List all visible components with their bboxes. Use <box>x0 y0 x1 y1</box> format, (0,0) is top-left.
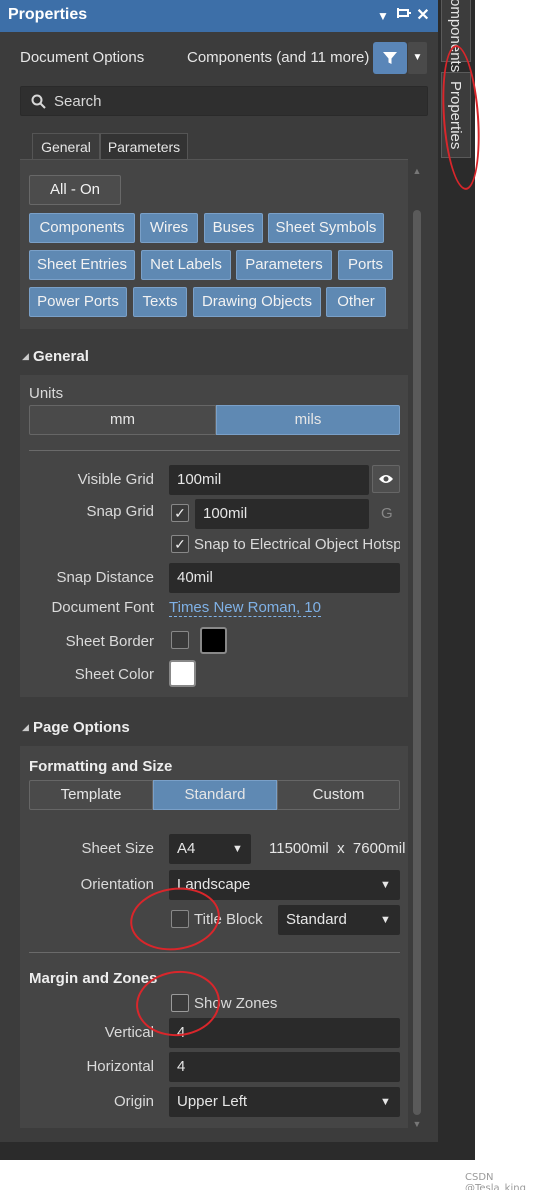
snap-grid-shortcut: G <box>381 505 393 522</box>
unit-mils-button[interactable]: mils <box>216 405 400 435</box>
snap-distance-label: Snap Distance <box>56 569 154 586</box>
divider <box>29 952 400 953</box>
snap-grid-input[interactable]: 100mil <box>195 499 369 529</box>
collapse-page-options-icon[interactable]: ◢ <box>22 722 29 733</box>
origin-label: Origin <box>113 1093 154 1110</box>
sheet-size-value: A4 <box>177 840 196 857</box>
filter-chip-drawing-objects[interactable]: Drawing Objects <box>193 287 321 317</box>
filter-chip-other[interactable]: Other <box>326 287 386 317</box>
sheet-border-label: Sheet Border <box>65 633 154 650</box>
horizontal-label: Horizontal <box>86 1058 154 1075</box>
origin-select[interactable]: Upper Left ▼ <box>169 1087 400 1117</box>
divider <box>29 450 400 451</box>
mode-template-button[interactable]: Template <box>29 780 153 810</box>
panel-menu-icon[interactable]: ▼ <box>374 6 392 26</box>
orientation-label: Orientation <box>80 876 154 893</box>
visible-grid-input[interactable]: 100mil <box>169 465 369 495</box>
sheet-color-label: Sheet Color <box>74 666 154 683</box>
eye-icon <box>379 475 393 483</box>
section-page-options-title[interactable]: Page Options <box>33 719 130 736</box>
document-options-label: Document Options <box>20 49 145 66</box>
tab-parameters[interactable]: Parameters <box>100 133 188 159</box>
filter-chip-power-ports[interactable]: Power Ports <box>29 287 127 317</box>
unit-mm-button[interactable]: mm <box>29 405 216 435</box>
search-input[interactable]: Search <box>20 86 428 116</box>
scroll-down-arrow[interactable]: ▼ <box>410 1119 424 1129</box>
visible-grid-toggle[interactable] <box>372 465 400 493</box>
title-block-select[interactable]: Standard ▼ <box>278 905 400 935</box>
filter-chip-net-labels[interactable]: Net Labels <box>141 250 231 280</box>
funnel-icon <box>383 52 397 64</box>
filter-button[interactable] <box>373 42 407 74</box>
snap-distance-input[interactable]: 40mil <box>169 563 400 593</box>
close-icon[interactable]: ✕ <box>414 6 432 26</box>
pin-icon[interactable] <box>395 6 413 26</box>
search-placeholder: Search <box>54 93 102 110</box>
all-on-button[interactable]: All - On <box>29 175 121 205</box>
filter-chip-parameters[interactable]: Parameters <box>236 250 332 280</box>
filter-chip-ports[interactable]: Ports <box>338 250 393 280</box>
scrollbar-thumb[interactable] <box>413 210 421 1115</box>
sheet-border-checkbox[interactable] <box>171 631 189 649</box>
filter-dropdown-button[interactable]: ▼ <box>408 42 427 74</box>
filter-chip-texts[interactable]: Texts <box>133 287 187 317</box>
chevron-down-icon: ▼ <box>380 914 391 926</box>
margin-and-zones-title: Margin and Zones <box>29 970 158 987</box>
horizontal-input[interactable]: 4 <box>169 1052 400 1082</box>
chevron-down-icon: ▼ <box>232 843 243 855</box>
units-label: Units <box>29 385 64 402</box>
sheet-size-select[interactable]: A4 ▼ <box>169 834 251 864</box>
filter-chip-sheet-entries[interactable]: Sheet Entries <box>29 250 135 280</box>
title-block-value: Standard <box>286 911 347 928</box>
snap-grid-checkbox[interactable]: ✓ <box>171 504 189 522</box>
title-bar[interactable]: Properties ▼ ✕ <box>0 0 438 32</box>
mode-standard-button[interactable]: Standard <box>153 780 277 810</box>
panel-title: Properties <box>8 6 88 23</box>
mode-custom-button[interactable]: Custom <box>277 780 400 810</box>
vertical-label: Vertical <box>104 1024 154 1041</box>
search-icon <box>31 94 46 109</box>
visible-grid-label: Visible Grid <box>77 471 154 488</box>
sheet-size-label: Sheet Size <box>81 840 154 857</box>
filter-chip-buses[interactable]: Buses <box>204 213 263 243</box>
origin-value: Upper Left <box>177 1093 248 1110</box>
sheet-color-swatch[interactable] <box>169 660 196 687</box>
filter-chip-wires[interactable]: Wires <box>140 213 198 243</box>
sheet-dimensions: 11500mil x 7600mil <box>269 840 406 857</box>
filter-chip-components[interactable]: Components <box>29 213 135 243</box>
document-font-label: Document Font <box>51 599 154 616</box>
collapse-general-icon[interactable]: ◢ <box>22 351 29 362</box>
snap-electrical-label: Snap to Electrical Object Hotspo <box>194 536 400 553</box>
tab-general[interactable]: General <box>32 133 100 159</box>
sheet-border-color-swatch[interactable] <box>200 627 227 654</box>
components-filter-summary: Components (and 11 more) <box>187 49 370 66</box>
chevron-down-icon: ▼ <box>380 1096 391 1108</box>
chevron-down-icon: ▼ <box>380 879 391 891</box>
section-general-title[interactable]: General <box>33 348 89 365</box>
snap-electrical-checkbox[interactable]: ✓ <box>171 535 189 553</box>
background-canvas <box>475 0 545 1190</box>
snap-grid-label: Snap Grid <box>86 503 154 520</box>
filter-chip-sheet-symbols[interactable]: Sheet Symbols <box>268 213 384 243</box>
scroll-up-arrow[interactable]: ▲ <box>410 166 424 176</box>
document-font-link[interactable]: Times New Roman, 10 <box>169 599 321 617</box>
formatting-and-size-title: Formatting and Size <box>29 758 173 775</box>
watermark: CSDN @Tesla_king <box>465 1172 526 1190</box>
